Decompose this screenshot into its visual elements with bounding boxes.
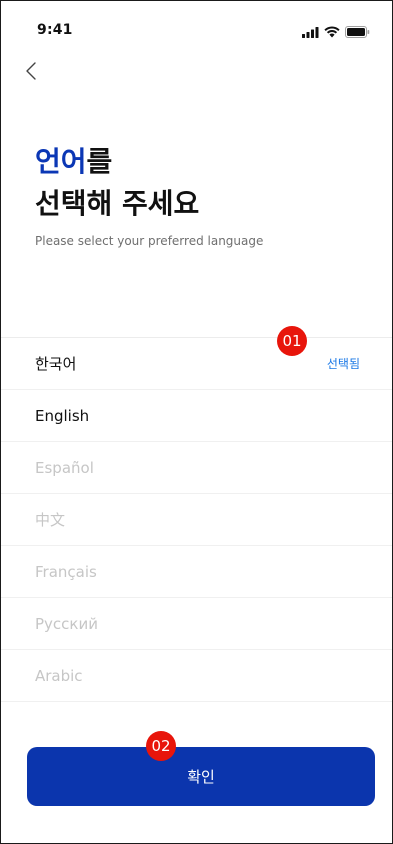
phone-screen: 9:41 언어를 선택해 주세요 Please select your pref… <box>0 0 393 844</box>
language-item-chinese[interactable]: 中文 <box>1 494 392 546</box>
wifi-icon <box>324 23 340 42</box>
status-time: 9:41 <box>37 22 73 38</box>
language-item-spanish[interactable]: Español <box>1 442 392 494</box>
title-highlight: 언어 <box>35 145 87 178</box>
language-item-french[interactable]: Français <box>1 546 392 598</box>
selected-label: 선택됨 <box>326 357 360 371</box>
language-item-korean[interactable]: 한국어 선택됨 <box>1 338 392 390</box>
annotation-badge-01: 01 <box>277 326 307 356</box>
back-button[interactable] <box>17 57 45 85</box>
title-line-1: 언어를 <box>35 141 199 183</box>
language-list: 한국어 선택됨 English Español 中文 Français Русс… <box>1 337 392 702</box>
title-rest: 를 <box>86 145 113 178</box>
language-label: Français <box>35 562 97 581</box>
chevron-left-icon <box>26 62 36 80</box>
language-label: Arabic <box>35 666 83 685</box>
language-label: Русский <box>35 614 98 633</box>
language-label: English <box>35 406 90 425</box>
language-item-russian[interactable]: Русский <box>1 598 392 650</box>
language-label: Español <box>35 458 94 477</box>
language-label: 中文 <box>35 511 66 529</box>
status-icons <box>302 23 370 42</box>
status-bar: 9:41 <box>1 1 392 57</box>
signal-icon <box>302 23 319 42</box>
language-item-arabic[interactable]: Arabic <box>1 650 392 702</box>
confirm-button[interactable]: 확인 <box>27 747 375 806</box>
page-subtitle: Please select your preferred language <box>35 234 264 248</box>
battery-icon <box>345 23 370 42</box>
title-line-2: 선택해 주세요 <box>35 187 200 220</box>
page-title: 언어를 선택해 주세요 <box>35 141 199 225</box>
annotation-badge-02: 02 <box>146 731 176 761</box>
language-item-english[interactable]: English <box>1 390 392 442</box>
language-label: 한국어 <box>35 355 77 373</box>
